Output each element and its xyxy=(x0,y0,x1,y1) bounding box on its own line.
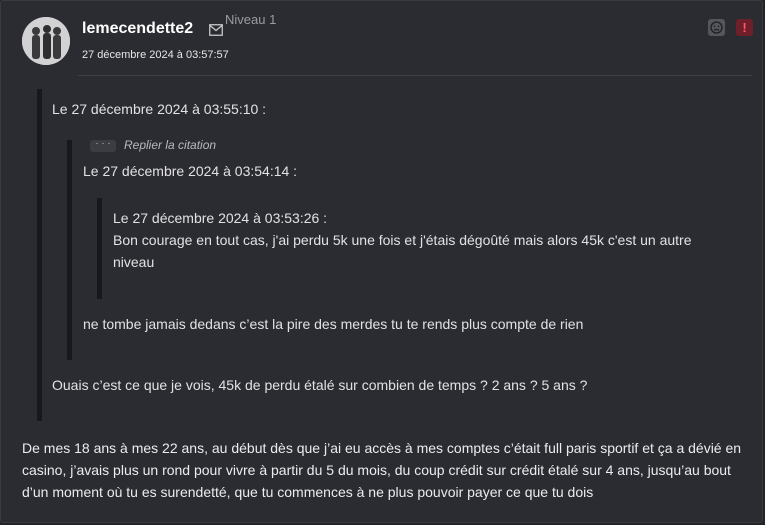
ellipsis-icon: · · · xyxy=(90,138,116,152)
sad-face-glyph xyxy=(710,21,723,34)
collapse-quote-button[interactable]: · · · Replier la citation xyxy=(90,138,216,152)
quote-header-middle: Le 27 décembre 2024 à 03:54:14 : xyxy=(83,163,298,179)
quote-bar-middle xyxy=(67,140,72,360)
mail-icon[interactable] xyxy=(209,24,223,36)
author-username[interactable]: lemecendette2 xyxy=(82,20,193,38)
quote-text-inner: Bon courage en tout cas, j'ai perdu 5k u… xyxy=(113,232,692,270)
quote-text-middle: ne tombe jamais dedans c’est la pire des… xyxy=(83,316,584,332)
avatar[interactable] xyxy=(22,17,70,65)
quote-header-outer: Le 27 décembre 2024 à 03:55:10 : xyxy=(52,101,267,117)
avatar-image xyxy=(22,17,70,65)
post-date[interactable]: 27 décembre 2024 à 03:57:57 xyxy=(82,49,229,61)
quote-text-outer: Ouais c’est ce que je vois, 45k de perdu… xyxy=(52,377,588,393)
sad-face-icon[interactable] xyxy=(708,19,725,36)
forum-post: lemecendette2 Niveau 1 27 décembre 2024 … xyxy=(0,0,763,523)
alert-icon[interactable]: ! xyxy=(736,19,753,36)
quote-header-inner: Le 27 décembre 2024 à 03:53:26 : xyxy=(113,210,328,226)
collapse-quote-label: Replier la citation xyxy=(124,138,217,152)
author-level: Niveau 1 xyxy=(225,12,277,27)
post-message: De mes 18 ans à mes 22 ans, au début dès… xyxy=(22,440,742,500)
quote-bar-outer xyxy=(37,89,42,421)
header-divider xyxy=(78,75,752,76)
quote-bar-inner xyxy=(97,198,102,299)
